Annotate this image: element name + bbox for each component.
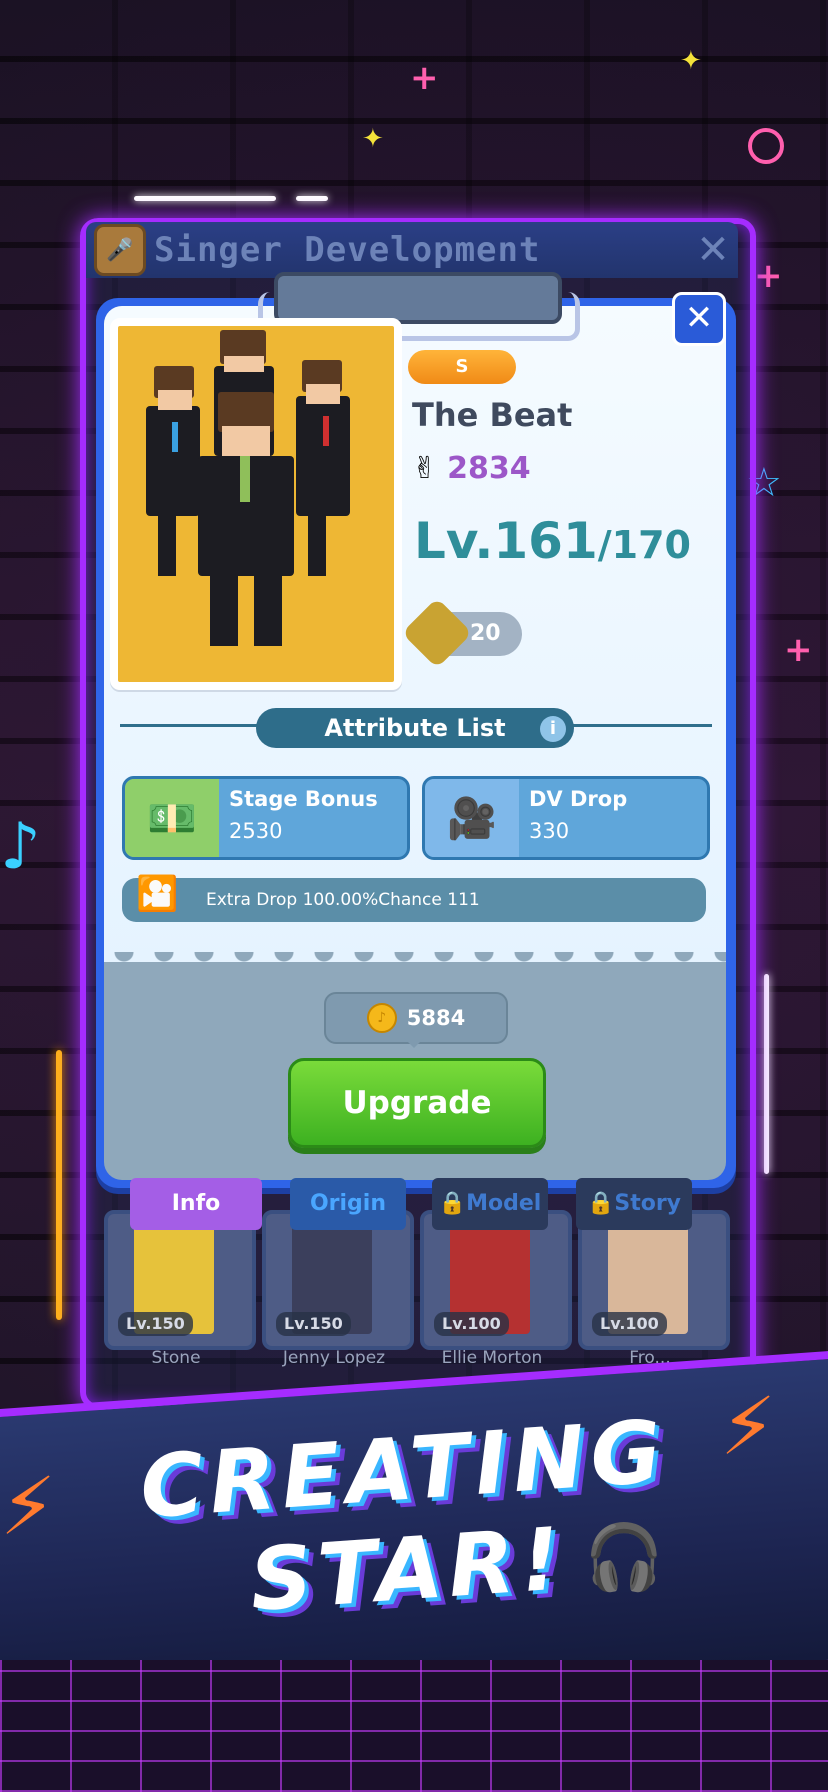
attribute-stage-bonus: 💵 Stage Bonus 2530 xyxy=(122,776,410,860)
band-figures-image xyxy=(146,330,350,646)
hero-level: Lv.150 xyxy=(276,1312,351,1336)
hero-name: Stone xyxy=(151,1348,201,1368)
singer-portrait xyxy=(110,318,402,690)
tab-origin[interactable]: Origin xyxy=(290,1178,406,1230)
attribute-label: Stage Bonus xyxy=(229,787,378,811)
attribute-list-title: Attribute List xyxy=(256,708,574,748)
circle-decoration-icon xyxy=(748,128,784,164)
plus-decoration-icon: + xyxy=(410,58,439,98)
fans-value: 2834 xyxy=(447,450,531,486)
tab-story[interactable]: 🔒Story xyxy=(576,1178,692,1230)
coin-icon: ♪ xyxy=(366,1003,397,1033)
neon-strip xyxy=(296,196,328,201)
cash-icon: 💵 xyxy=(125,779,219,857)
attribute-dv-drop: 🎥 DV Drop 330 xyxy=(422,776,710,860)
clipboard-clip xyxy=(274,272,562,324)
members-count: 20 xyxy=(470,621,501,646)
cost-value: 5884 xyxy=(406,1006,466,1030)
microphone-badge-icon: 🎤 xyxy=(94,224,146,276)
singer-level: Lv.161/170 xyxy=(414,512,691,570)
tab-label: Story xyxy=(614,1191,682,1216)
dialog-close-icon[interactable]: ✕ xyxy=(690,222,736,278)
hero-card[interactable]: Lv.150 xyxy=(262,1210,414,1350)
dialog-title: Singer Development xyxy=(154,230,541,270)
hero-name: Ellie Morton xyxy=(441,1348,543,1368)
tab-label: Info xyxy=(171,1191,221,1216)
lightning-bolt-icon: ⚡ xyxy=(0,1460,57,1553)
hero-card[interactable]: Lv.100 xyxy=(420,1210,572,1350)
cost-tooltip-tail xyxy=(404,1038,424,1048)
sparkle-icon: ✦ xyxy=(680,46,702,76)
hero-card[interactable]: Lv.150 xyxy=(104,1210,256,1350)
upgrade-cost: ♪ 5884 xyxy=(324,992,508,1044)
attribute-value: 2530 xyxy=(229,819,283,843)
hero-card[interactable]: Lv.100 xyxy=(578,1210,730,1350)
tab-label: Origin xyxy=(309,1191,387,1216)
upgrade-button[interactable]: Upgrade xyxy=(288,1058,546,1148)
rank-badge: S xyxy=(408,350,516,384)
ticket-edge xyxy=(104,952,726,966)
hero-level: Lv.100 xyxy=(592,1312,667,1336)
hero-name: Jenny Lopez xyxy=(282,1348,386,1368)
plus-decoration-icon: + xyxy=(784,630,813,670)
info-icon[interactable]: i xyxy=(540,716,566,742)
level-current: Lv.161 xyxy=(414,512,598,570)
members-badge[interactable]: 20 xyxy=(401,597,522,669)
peace-hand-icon: ✌ xyxy=(412,450,438,486)
tab-info[interactable]: Info xyxy=(130,1178,262,1230)
plus-decoration-icon: + xyxy=(754,256,783,296)
sparkle-icon: ✦ xyxy=(362,124,384,154)
neon-grid-floor xyxy=(0,1660,828,1792)
hero-level: Lv.150 xyxy=(118,1312,193,1336)
music-note-icon: ♪ xyxy=(0,810,41,884)
tab-model[interactable]: 🔒Model xyxy=(432,1178,548,1230)
hero-level: Lv.100 xyxy=(434,1312,509,1336)
neon-strip xyxy=(764,974,769,1174)
attribute-value: 330 xyxy=(529,819,570,843)
camera-icon: 🎥 xyxy=(425,779,519,857)
neon-strip xyxy=(56,1050,62,1320)
dj-neon-icon: 🎧 xyxy=(584,1521,664,1595)
extra-drop-text: Extra Drop 100.00%Chance 111 xyxy=(206,890,480,910)
extra-drop-bar: 🎦 Extra Drop 100.00%Chance 111 xyxy=(122,874,706,922)
singer-name: The Beat xyxy=(412,396,573,434)
lock-icon: 🔒 xyxy=(586,1191,615,1216)
close-icon[interactable]: ✕ xyxy=(672,292,726,346)
lightning-bolt-icon: ⚡ xyxy=(720,1380,777,1473)
neon-strip xyxy=(134,196,276,201)
tab-label: Model xyxy=(466,1191,542,1216)
fans-count: ✌ 2834 xyxy=(412,448,531,488)
attribute-label: DV Drop xyxy=(529,787,628,811)
camera-percent-icon: 🎦 xyxy=(136,874,179,914)
level-max: /170 xyxy=(597,523,691,567)
lock-icon: 🔒 xyxy=(438,1191,467,1216)
hero-list: Lv.150 Stone Lv.150 Jenny Lopez Lv.100 E… xyxy=(104,1210,734,1370)
